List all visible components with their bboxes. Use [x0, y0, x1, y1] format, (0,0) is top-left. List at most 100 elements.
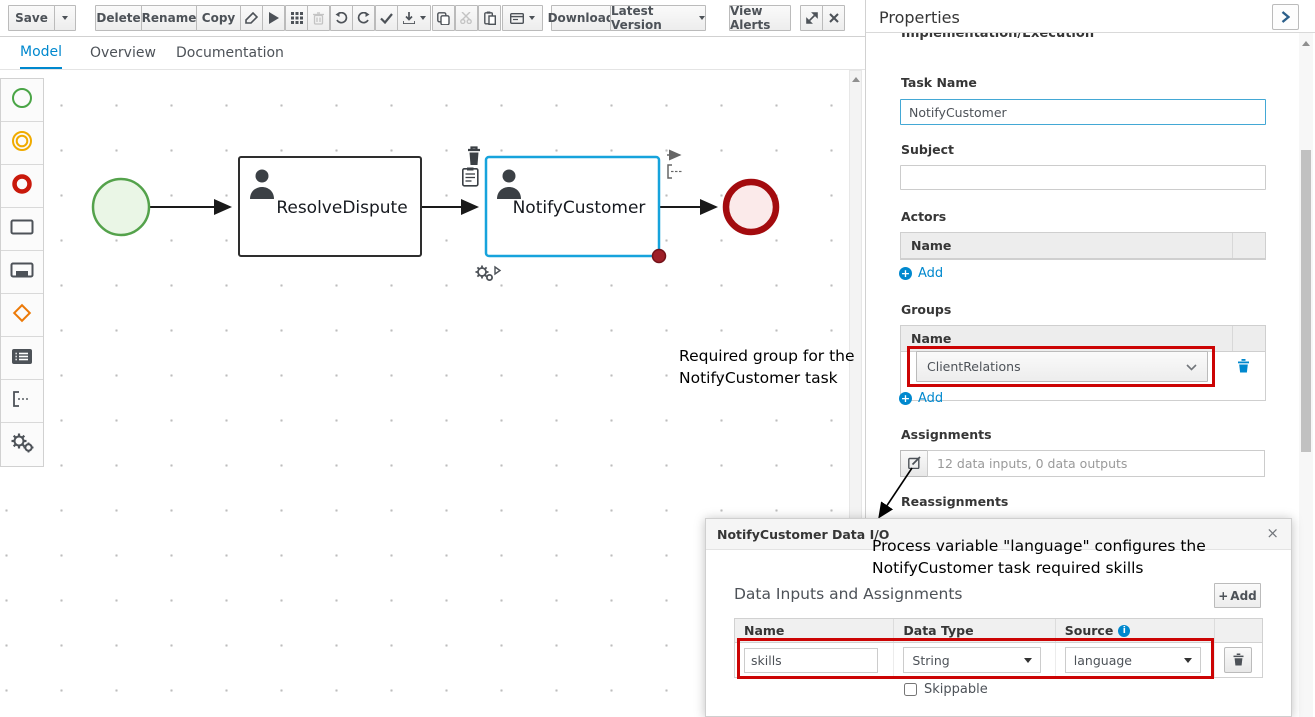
task-node-notify-customer[interactable]: NotifyCustomer	[486, 157, 666, 263]
delete-node-icon[interactable]	[468, 148, 480, 166]
gateway-icon	[10, 301, 34, 329]
fullscreen-button[interactable]	[800, 5, 823, 31]
delete-button[interactable]: Delete	[95, 5, 142, 31]
chevron-down-icon	[529, 16, 535, 20]
chevron-down-icon	[62, 16, 68, 20]
actors-add-link[interactable]: + Add	[899, 266, 943, 281]
undo-button[interactable]	[330, 5, 353, 31]
rename-button[interactable]: Rename	[141, 5, 197, 31]
subject-input[interactable]	[900, 165, 1266, 190]
data-input-name-field[interactable]	[744, 648, 878, 673]
column-actions	[1215, 619, 1262, 642]
download-button[interactable]: Download	[551, 5, 611, 31]
copy-button[interactable]: Copy	[196, 5, 241, 31]
editor-toolbar: Save Delete Rename Copy Download Latest …	[0, 0, 865, 37]
view-alerts-button[interactable]: View Alerts	[729, 5, 791, 31]
tab-overview[interactable]: Overview	[90, 37, 156, 69]
copy-element-button[interactable]	[432, 5, 455, 31]
edit-form-icon[interactable]	[463, 168, 478, 186]
grid-icon	[291, 12, 303, 24]
create-annotation-icon[interactable]	[668, 165, 682, 178]
start-event-node[interactable]	[93, 179, 149, 235]
properties-scrollbar[interactable]	[1299, 33, 1313, 717]
row-delete-button[interactable]	[1224, 647, 1252, 673]
data-type-select[interactable]: String	[903, 647, 1041, 673]
close-editor-button[interactable]	[822, 5, 845, 31]
subject-label: Subject	[901, 142, 954, 157]
task-label: NotifyCustomer	[513, 198, 646, 218]
palette-subprocess[interactable]	[1, 251, 43, 294]
close-icon	[829, 13, 839, 23]
end-event-node[interactable]	[726, 182, 776, 232]
properties-collapse-button[interactable]	[1272, 4, 1299, 30]
skippable-label: Skippable	[924, 682, 988, 697]
shape-palette	[0, 78, 44, 467]
undo-icon	[335, 12, 348, 24]
tab-documentation[interactable]: Documentation	[176, 37, 284, 69]
paste-icon	[484, 11, 496, 25]
palette-end-event[interactable]	[1, 165, 43, 208]
palette-start-event[interactable]	[1, 79, 43, 122]
assignments-edit-button[interactable]	[900, 450, 928, 477]
tab-documentation-label: Documentation	[176, 45, 284, 61]
groups-column-header: Name	[901, 331, 1232, 346]
groups-delete-button[interactable]	[1230, 354, 1256, 380]
save-button-label: Save	[15, 11, 48, 25]
groups-add-link[interactable]: + Add	[899, 391, 943, 406]
palette-form[interactable]	[1, 337, 43, 380]
scroll-up-icon	[852, 77, 860, 82]
groups-label: Groups	[901, 302, 951, 317]
data-type-value: String	[912, 653, 949, 668]
copy-button-label: Copy	[202, 11, 235, 25]
palette-text-annotation[interactable]	[1, 380, 43, 423]
trash-icon	[1237, 358, 1250, 377]
cut-button[interactable]	[455, 5, 478, 31]
palette-gateway[interactable]	[1, 294, 43, 337]
task-name-input[interactable]	[900, 99, 1266, 125]
task-node-resolve-dispute[interactable]: ResolveDispute	[239, 157, 421, 256]
data-inputs-table-header: Name Data Type Sourcei	[735, 619, 1262, 643]
plus-circle-icon: +	[899, 392, 912, 405]
save-dropdown-button[interactable]	[54, 5, 76, 31]
palette-task[interactable]	[1, 208, 43, 251]
section-header-implementation: Implementation/Execution	[901, 33, 1094, 41]
skippable-checkbox[interactable]	[904, 683, 917, 696]
io-note-line2: NotifyCustomer task required skills	[872, 558, 1206, 580]
groups-selected-value: ClientRelations	[927, 359, 1021, 374]
scroll-up-icon	[1302, 41, 1310, 46]
save-download-dropdown-button[interactable]	[397, 5, 431, 31]
info-icon[interactable]: i	[1118, 625, 1130, 637]
validate-run-button[interactable]	[262, 5, 285, 31]
grid-button[interactable]	[285, 5, 308, 31]
eraser-icon	[245, 12, 258, 25]
confirm-button[interactable]	[375, 5, 398, 31]
palette-service-tasks[interactable]	[1, 423, 43, 466]
assignments-summary-field[interactable]: 12 data inputs, 0 data outputs	[927, 450, 1265, 477]
groups-value-select[interactable]: ClientRelations	[916, 351, 1208, 382]
plus-circle-icon: +	[899, 267, 912, 280]
redo-icon	[357, 12, 370, 24]
end-event-icon	[11, 173, 33, 199]
expand-actions-chevron-icon[interactable]	[495, 267, 500, 274]
reassignments-label: Reassignments	[901, 494, 1008, 509]
data-input-add-button[interactable]: + Add	[1214, 583, 1261, 608]
clear-button[interactable]	[240, 5, 263, 31]
save-button[interactable]: Save	[8, 5, 55, 31]
paste-button[interactable]	[478, 5, 501, 31]
tab-model[interactable]: Model	[20, 37, 62, 69]
task-icon	[10, 219, 34, 239]
card-icon	[510, 13, 524, 24]
palette-intermediate-event[interactable]	[1, 122, 43, 165]
properties-scrollbar-thumb[interactable]	[1301, 150, 1311, 452]
delete-selection-button[interactable]	[307, 5, 330, 31]
data-io-popup-title: NotifyCustomer Data I/O	[717, 527, 889, 542]
latest-version-dropdown[interactable]: Latest Version	[610, 5, 706, 31]
source-value: language	[1074, 653, 1132, 668]
source-select[interactable]: language	[1065, 647, 1201, 673]
gears-action-icon[interactable]	[476, 266, 493, 281]
column-source: Sourcei	[1056, 619, 1215, 642]
redo-button[interactable]	[352, 5, 375, 31]
intermediate-event-icon	[11, 130, 33, 156]
close-icon[interactable]: ×	[1266, 524, 1279, 542]
form-generation-button[interactable]	[502, 5, 543, 31]
